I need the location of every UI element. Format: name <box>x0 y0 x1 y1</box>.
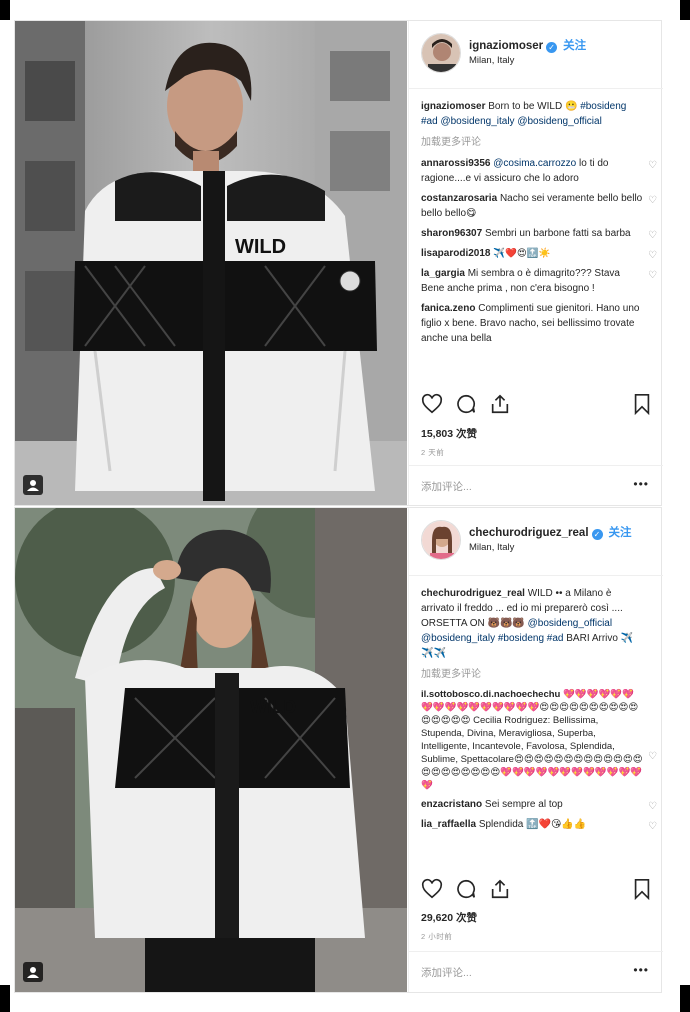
comment-user[interactable]: annarossi9356 <box>421 158 491 169</box>
post-header: ignaziomoser ✓ 关注 Milan, Italy <box>409 21 663 89</box>
post-location[interactable]: Milan, Italy <box>469 55 514 66</box>
avatar[interactable] <box>421 33 461 73</box>
comment-user[interactable]: costanzarosaria <box>421 193 497 204</box>
post-time: 2 天前 <box>421 448 445 457</box>
more-options-icon[interactable]: ••• <box>633 963 649 977</box>
caption: ignaziomoser Born to be WILD 😬 #bosideng… <box>421 99 657 129</box>
post-username[interactable]: chechurodriguez_real ✓ 关注 <box>469 524 632 540</box>
comment-like-icon[interactable]: ♡ <box>648 799 657 814</box>
bookmark-icon[interactable] <box>631 393 653 416</box>
jacket-logo-text: WILD <box>235 236 286 258</box>
screenshot-sheet: WILD ignaziomoser ✓ 关注 Milan, Italy igna… <box>0 0 690 1012</box>
comment-text: Splendida 🔝❤️😘👍👍 <box>478 819 587 830</box>
comment: enzacristano Sei sempre al top ♡ <box>421 797 657 812</box>
corner-mark <box>680 0 690 20</box>
comment-like-icon[interactable]: ♡ <box>648 750 657 763</box>
caption-user[interactable]: ignaziomoser <box>421 101 485 112</box>
corner-mark <box>0 0 10 20</box>
comment-icon[interactable] <box>455 878 477 900</box>
load-more-comments[interactable]: 加载更多评论 <box>421 135 657 150</box>
username-text[interactable]: chechurodriguez_real <box>469 527 589 539</box>
jacket-logo-text: WILD <box>250 697 296 717</box>
heart-icon[interactable] <box>421 878 443 900</box>
comment-like-icon[interactable]: ♡ <box>648 248 657 263</box>
comment-text: ✈️❤️😍🔝☀️ <box>493 248 551 259</box>
post-photo[interactable]: WILD <box>15 21 407 505</box>
corner-mark <box>0 985 10 1012</box>
post-time: 2 小时前 <box>421 932 453 941</box>
add-comment-input[interactable]: 添加评论... <box>421 965 472 980</box>
comment: il.sottobosco.di.nachoechechu 💖💖💖💖💖💖💖💖💖💖… <box>421 688 657 792</box>
heart-icon[interactable] <box>421 393 443 415</box>
post-1: WILD ignaziomoser ✓ 关注 Milan, Italy igna… <box>14 20 663 506</box>
comment-like-icon[interactable]: ♡ <box>648 819 657 834</box>
comment-user[interactable]: fanica.zeno <box>421 303 475 314</box>
comment: lisaparodi2018 ✈️❤️😍🔝☀️ ♡ <box>421 246 657 261</box>
post-photo[interactable]: WILD <box>15 508 407 992</box>
comment-user[interactable]: lisaparodi2018 <box>421 248 490 259</box>
comment: lia_raffaella Splendida 🔝❤️😘👍👍 ♡ <box>421 817 657 832</box>
add-comment-bar: 添加评论... ••• <box>409 465 663 505</box>
comment-list: ignaziomoser Born to be WILD 😬 #bosideng… <box>421 99 657 351</box>
comment-icon[interactable] <box>455 393 477 415</box>
comment-like-icon[interactable]: ♡ <box>648 268 657 283</box>
follow-button[interactable]: 关注 <box>609 527 632 539</box>
comment-like-icon[interactable]: ♡ <box>648 228 657 243</box>
post-sidebar: chechurodriguez_real ✓ 关注 Milan, Italy che… <box>408 508 663 992</box>
user-tag-icon[interactable] <box>23 962 43 982</box>
action-bar <box>421 878 653 902</box>
verified-badge-icon: ✓ <box>546 42 558 53</box>
username-text[interactable]: ignaziomoser <box>469 40 543 52</box>
post-header: chechurodriguez_real ✓ 关注 Milan, Italy <box>409 508 663 576</box>
caption-text: Born to be WILD 😬 <box>488 101 578 112</box>
comment-mention[interactable]: @cosima.carrozzo <box>493 158 576 169</box>
comment: costanzarosaria Nacho sei veramente bell… <box>421 191 657 221</box>
comment-text: 💖💖💖💖💖💖💖💖💖💖💖💖💖💖💖💖😍😍😍😍😍😍😍😍😍😍😍😍😍😍😍 Cecilia … <box>421 689 643 791</box>
comment-text: Sei sempre al top <box>484 799 563 810</box>
add-comment-bar: 添加评论... ••• <box>409 951 663 991</box>
comment: annarossi9356 @cosima.carrozzo lo ti do … <box>421 156 657 186</box>
comment-user[interactable]: sharon96307 <box>421 228 482 239</box>
post-sidebar: ignaziomoser ✓ 关注 Milan, Italy ignaziomose… <box>408 21 663 505</box>
caption: chechurodriguez_real WILD •• a Milano è … <box>421 586 657 661</box>
post-location[interactable]: Milan, Italy <box>469 542 514 553</box>
post-username[interactable]: ignaziomoser ✓ 关注 <box>469 37 586 53</box>
verified-badge-icon: ✓ <box>591 529 603 540</box>
comment-list: chechurodriguez_real WILD •• a Milano è … <box>421 586 657 837</box>
comment-user[interactable]: il.sottobosco.di.nachoechechu <box>421 689 560 700</box>
corner-mark <box>680 985 690 1012</box>
avatar[interactable] <box>421 520 461 560</box>
share-icon[interactable] <box>489 878 511 900</box>
user-tag-icon[interactable] <box>23 475 43 495</box>
load-more-comments[interactable]: 加载更多评论 <box>421 667 657 682</box>
post-2: WILD chechurodriguez_real ✓ 关注 Milan, Ital… <box>14 507 663 993</box>
comment-like-icon[interactable]: ♡ <box>648 193 657 208</box>
comment-user[interactable]: lia_raffaella <box>421 819 476 830</box>
comment: sharon96307 Sembri un barbone fatti sa b… <box>421 226 657 241</box>
bookmark-icon[interactable] <box>631 878 653 901</box>
comment: fanica.zeno Complimenti sue gienitori. H… <box>421 301 657 346</box>
like-count[interactable]: 29,620 次赞 <box>421 910 477 925</box>
more-options-icon[interactable]: ••• <box>633 477 649 491</box>
action-bar <box>421 393 653 417</box>
comment-text: Sembri un barbone fatti sa barba <box>484 228 631 239</box>
share-icon[interactable] <box>489 393 511 415</box>
comment-user[interactable]: la_gargia <box>421 268 465 279</box>
comment: la_gargia Mi sembra o è dimagrito??? Sta… <box>421 266 657 296</box>
like-count[interactable]: 15,803 次赞 <box>421 426 477 441</box>
comment-like-icon[interactable]: ♡ <box>648 158 657 173</box>
comment-user[interactable]: enzacristano <box>421 799 482 810</box>
caption-user[interactable]: chechurodriguez_real <box>421 588 525 599</box>
follow-button[interactable]: 关注 <box>563 40 586 52</box>
add-comment-input[interactable]: 添加评论... <box>421 479 472 494</box>
